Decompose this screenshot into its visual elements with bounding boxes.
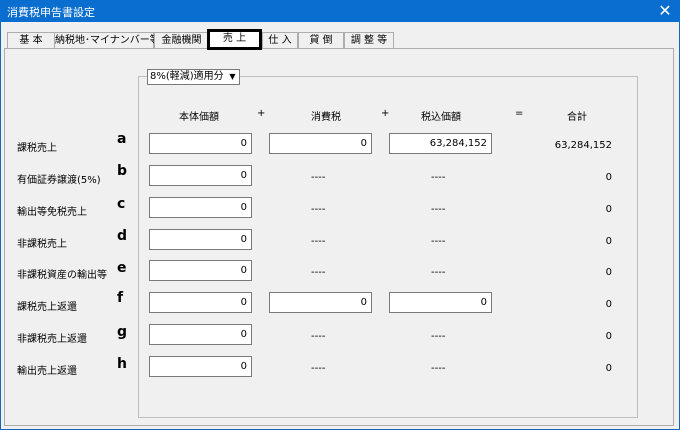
taxable-sales-returns-total: 0 (605, 299, 612, 310)
tax-rate-select[interactable]: 8%(軽減)適用分 ▼ (147, 69, 240, 85)
securities-transfer-incl-dash: ---- (431, 172, 446, 183)
non-taxable-sales-returns-tax-dash: ---- (311, 331, 326, 342)
row-label-non-taxable-sales: 非課税売上 (17, 239, 67, 250)
row-letter-f: f (117, 290, 124, 306)
header-base-amount: 本体価額 (179, 112, 219, 123)
non-taxable-asset-export-incl-dash: ---- (431, 267, 446, 278)
non-taxable-asset-export-tax-dash: ---- (311, 267, 326, 278)
export-sales-returns-incl-dash: ---- (431, 363, 446, 374)
taxable-sales-returns-tax-input[interactable]: 0 (269, 292, 372, 313)
tab-tax-location-mynumber[interactable]: 納税地･マイナンバー等 (54, 32, 160, 49)
export-exempt-sales-total: 0 (605, 204, 612, 215)
row-label-taxable-sales-returns: 課税売上返還 (17, 302, 77, 313)
row-letter-e: e (117, 260, 127, 276)
taxable-sales-tax-input[interactable]: 0 (269, 133, 372, 154)
row-label-non-taxable-sales-returns: 非課税売上返還 (17, 334, 87, 345)
tab-purchases[interactable]: 仕 入 (262, 32, 298, 49)
non-taxable-asset-export-total: 0 (605, 267, 612, 278)
non-taxable-sales-returns-total: 0 (605, 331, 612, 342)
header-consumption-tax: 消費税 (311, 112, 341, 123)
non-taxable-sales-total: 0 (605, 236, 612, 247)
row-label-non-taxable-asset-export: 非課税資産の輸出等 (17, 270, 107, 281)
window-title: 消費税申告書設定 (7, 6, 95, 19)
tab-basic[interactable]: 基 本 (7, 32, 55, 49)
row-label-securities-transfer: 有価証券譲渡(5%) (17, 175, 101, 186)
export-exempt-sales-base-input[interactable]: 0 (149, 197, 252, 218)
non-taxable-sales-incl-dash: ---- (431, 236, 446, 247)
export-sales-returns-tax-dash: ---- (311, 363, 326, 374)
taxable-sales-total: 63,284,152 (554, 140, 612, 151)
tab-financial-institution[interactable]: 金融機関 (154, 32, 209, 49)
row-label-taxable-sales: 課税売上 (17, 143, 57, 154)
tab-adjustments[interactable]: 調 整 等 (344, 32, 394, 49)
close-icon[interactable]: ✕ (650, 0, 680, 22)
taxable-sales-returns-incl-input[interactable]: 0 (389, 292, 492, 313)
taxable-sales-returns-base-input[interactable]: 0 (149, 292, 252, 313)
export-exempt-sales-tax-dash: ---- (311, 204, 326, 215)
export-sales-returns-base-input[interactable]: 0 (149, 356, 252, 377)
header-plus-1: + (257, 108, 266, 119)
non-taxable-sales-returns-incl-dash: ---- (431, 331, 446, 342)
securities-transfer-tax-dash: ---- (311, 172, 326, 183)
tax-rate-select-value: 8%(軽減)適用分 (150, 71, 224, 82)
chevron-down-icon[interactable]: ▼ (226, 70, 239, 84)
row-letter-d: d (117, 228, 128, 244)
non-taxable-asset-export-base-input[interactable]: 0 (149, 260, 252, 281)
non-taxable-sales-returns-base-input[interactable]: 0 (149, 324, 252, 345)
row-letter-b: b (117, 163, 128, 179)
taxable-sales-base-input[interactable]: 0 (149, 133, 252, 154)
header-plus-2: + (381, 108, 390, 119)
securities-transfer-base-input[interactable]: 0 (149, 165, 252, 186)
row-letter-c: c (117, 196, 126, 212)
row-letter-g: g (117, 324, 128, 340)
header-equals: = (515, 108, 524, 119)
row-letter-h: h (117, 356, 127, 372)
header-total: 合計 (567, 112, 587, 123)
row-letter-a: a (117, 131, 127, 147)
export-exempt-sales-incl-dash: ---- (431, 204, 446, 215)
header-tax-inclusive: 税込価額 (421, 112, 461, 123)
row-label-export-exempt-sales: 輸出等免税売上 (17, 207, 87, 218)
taxable-sales-incl-input[interactable]: 63,284,152 (389, 133, 492, 154)
non-taxable-sales-base-input[interactable]: 0 (149, 229, 252, 250)
row-label-export-sales-returns: 輸出売上返還 (17, 366, 77, 377)
non-taxable-sales-tax-dash: ---- (311, 236, 326, 247)
export-sales-returns-total: 0 (605, 363, 612, 374)
securities-transfer-total: 0 (605, 172, 612, 183)
tab-sales[interactable]: 売 上 (207, 29, 262, 50)
title-bar: 消費税申告書設定 ✕ (0, 0, 680, 22)
tab-bad-debts[interactable]: 貸 倒 (298, 32, 344, 49)
